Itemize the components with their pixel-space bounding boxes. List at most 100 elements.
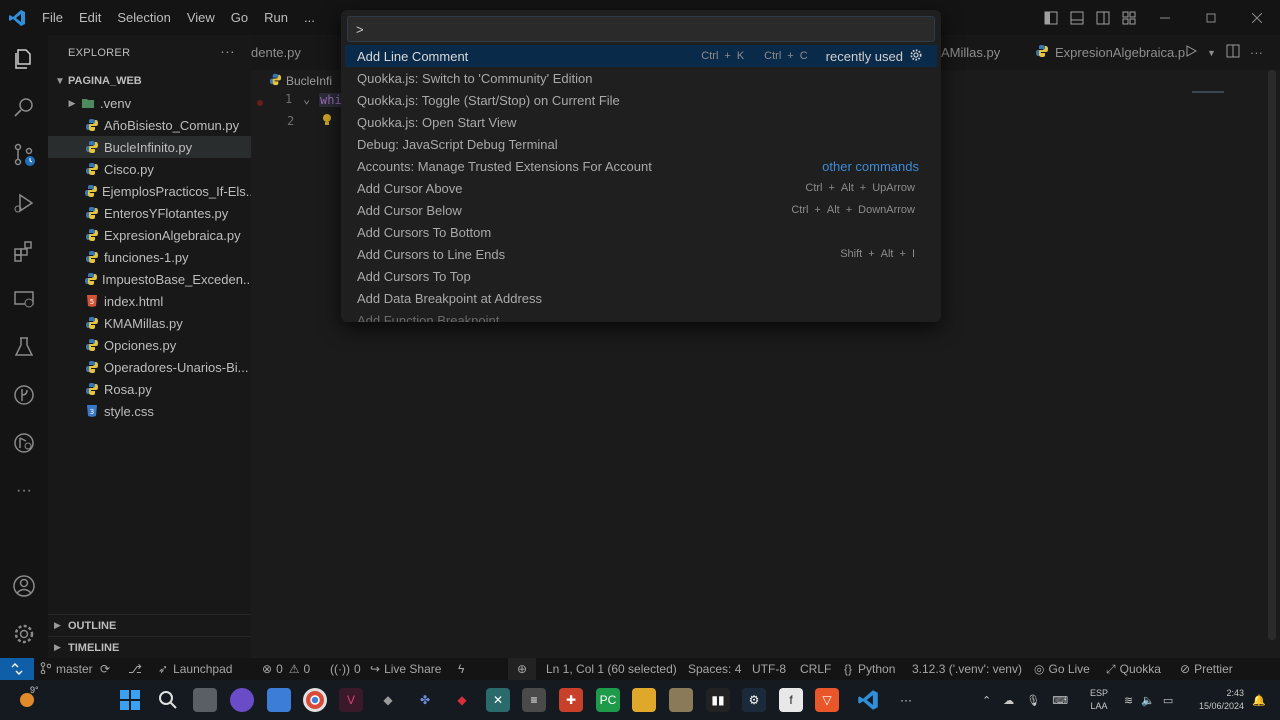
app-icon-6[interactable]: ✚ xyxy=(559,688,583,712)
command-item[interactable]: Add Cursors To Top xyxy=(345,265,937,287)
tree-file[interactable]: Opciones.py xyxy=(48,334,251,356)
run-debug-icon[interactable] xyxy=(0,179,48,227)
restore-icon[interactable] xyxy=(1188,8,1234,28)
menu-go[interactable]: Go xyxy=(223,0,256,35)
tree-file[interactable]: AñoBisiesto_Comun.py xyxy=(48,114,251,136)
outline-section[interactable]: ▶ OUTLINE xyxy=(48,614,251,636)
git-graph-status-icon[interactable]: ⎇ xyxy=(128,658,142,680)
copilot-icon[interactable] xyxy=(230,688,254,712)
chevron-down-icon[interactable]: ▼ xyxy=(1207,48,1216,58)
lightning-icon[interactable]: ϟ xyxy=(458,658,464,680)
chrome-icon[interactable] xyxy=(303,688,327,712)
folder-icon[interactable] xyxy=(632,688,656,712)
vscode-taskbar-icon[interactable] xyxy=(856,688,880,712)
vertical-scrollbar[interactable] xyxy=(1268,70,1276,640)
language-indicator[interactable]: ESP LAA xyxy=(1090,680,1108,720)
configure-keybinding-gear-icon[interactable] xyxy=(909,48,923,65)
menu-more[interactable]: ... xyxy=(296,0,323,35)
fold-chevron-icon[interactable]: ⌄ xyxy=(303,92,310,106)
menu-selection[interactable]: Selection xyxy=(109,0,178,35)
explorer-icon[interactable] xyxy=(0,35,48,83)
git-graph-icon[interactable] xyxy=(0,371,48,419)
timeline-section[interactable]: ▶ TIMELINE xyxy=(48,636,251,658)
python-interpreter[interactable]: 3.12.3 ('.venv': venv) xyxy=(912,658,1022,680)
command-item[interactable]: Add Cursors To Bottom xyxy=(345,221,937,243)
cursor-position[interactable]: Ln 1, Col 1 (60 selected) xyxy=(546,658,677,680)
app-icon-9[interactable]: f xyxy=(779,688,803,712)
command-item[interactable]: Add Line Comment Ctrl + K Ctrl + Crecently use… xyxy=(345,45,937,67)
command-item[interactable]: Quokka.js: Open Start View xyxy=(345,111,937,133)
prettier-status[interactable]: ⊘ Prettier xyxy=(1180,658,1233,680)
command-item[interactable]: Add Data Breakpoint at Address xyxy=(345,287,937,309)
tree-file[interactable]: EnterosYFlotantes.py xyxy=(48,202,251,224)
app-icon-2[interactable]: ✤ xyxy=(413,688,437,712)
tree-file[interactable]: KMAMillas.py xyxy=(48,312,251,334)
command-item[interactable]: Quokka.js: Switch to 'Community' Edition xyxy=(345,67,937,89)
customize-layout-icon[interactable] xyxy=(1116,8,1142,28)
live-share-icon[interactable] xyxy=(0,419,48,467)
breadcrumb[interactable]: BucleInfi xyxy=(269,73,332,89)
cloud-icon[interactable]: ☁ xyxy=(1003,694,1014,707)
tab-expresionalgebraica[interactable]: ExpresionAlgebraica.p xyxy=(1035,35,1185,70)
search-icon[interactable] xyxy=(156,688,180,712)
problems-status[interactable]: ⊗ 0 ⚠ 0 xyxy=(262,658,310,680)
command-item[interactable]: Accounts: Manage Trusted Extensions For … xyxy=(345,155,937,177)
split-editor-icon[interactable] xyxy=(1226,44,1240,61)
remote-indicator-icon[interactable] xyxy=(0,658,34,680)
menu-edit[interactable]: Edit xyxy=(71,0,109,35)
windows-start-icon[interactable] xyxy=(118,688,142,712)
more-apps-icon[interactable]: ··· xyxy=(894,688,918,712)
launchpad-status[interactable]: ➶ Launchpad xyxy=(158,658,232,680)
app-icon-3[interactable]: ◆ xyxy=(450,688,474,712)
app-icon-1[interactable]: ◆ xyxy=(376,688,400,712)
sync-icon[interactable]: ⟳ xyxy=(100,658,110,680)
encoding[interactable]: UTF-8 xyxy=(752,658,786,680)
notification-bell-icon[interactable]: 🔔 xyxy=(1252,680,1266,720)
tree-file[interactable]: ExpresionAlgebraica.py xyxy=(48,224,251,246)
code-line-1[interactable]: whi xyxy=(319,93,343,107)
menu-view[interactable]: View xyxy=(179,0,223,35)
breadcrumb-file[interactable]: BucleInfi xyxy=(286,74,332,88)
keyboard-icon[interactable]: ⌨ xyxy=(1052,694,1068,707)
tab-kmamillas[interactable]: AMillas.py xyxy=(941,35,1000,70)
command-item[interactable]: Debug: JavaScript Debug Terminal xyxy=(345,133,937,155)
other-commands-link[interactable]: other commands xyxy=(822,159,919,174)
command-item[interactable]: Add Cursor Below Ctrl + Alt + DownArrow xyxy=(345,199,937,221)
breakpoint-marker[interactable] xyxy=(257,95,263,109)
end-of-line[interactable]: CRLF xyxy=(800,658,831,680)
menu-run[interactable]: Run xyxy=(256,0,296,35)
zoom-icon[interactable]: ⊕ xyxy=(508,658,536,680)
app-icon-8[interactable]: ▮▮ xyxy=(706,688,730,712)
quokka-status[interactable]: ⤢ Quokka xyxy=(1106,658,1161,680)
tab-partial-left[interactable]: dente.py xyxy=(251,35,301,70)
tree-file[interactable]: 3 style.css xyxy=(48,400,251,422)
toggle-secondary-sidebar-icon[interactable] xyxy=(1090,8,1116,28)
app-icon-7[interactable] xyxy=(669,688,693,712)
workspace-folder[interactable]: ▼ PAGINA_WEB xyxy=(48,70,251,92)
accounts-icon[interactable] xyxy=(0,562,48,610)
go-live-status[interactable]: ◎ Go Live xyxy=(1034,658,1090,680)
search-icon[interactable] xyxy=(0,83,48,131)
tree-file[interactable]: Operadores-Unarios-Bi... xyxy=(48,356,251,378)
file-explorer-app-icon[interactable] xyxy=(267,688,291,712)
menu-file[interactable]: File xyxy=(34,0,71,35)
toggle-primary-sidebar-icon[interactable] xyxy=(1038,8,1064,28)
tree-file[interactable]: funciones-1.py xyxy=(48,246,251,268)
language-mode[interactable]: {} Python xyxy=(844,658,895,680)
source-control-icon[interactable] xyxy=(0,131,48,179)
more-views-icon[interactable]: ··· xyxy=(0,467,48,515)
ports-status[interactable]: ((·)) 0 xyxy=(330,658,361,680)
extensions-icon[interactable] xyxy=(0,227,48,275)
app-icon-5[interactable]: ≡ xyxy=(522,688,546,712)
app-icon-4[interactable]: ✕ xyxy=(486,688,510,712)
command-item[interactable]: Add Cursors to Line Ends Shift + Alt + I xyxy=(345,243,937,265)
testing-icon[interactable] xyxy=(0,323,48,371)
manage-gear-icon[interactable] xyxy=(0,610,48,658)
tree-file[interactable]: Rosa.py xyxy=(48,378,251,400)
tree-file[interactable]: 5 index.html xyxy=(48,290,251,312)
run-python-file-icon[interactable] xyxy=(1185,45,1198,60)
pycharm-icon[interactable]: PC xyxy=(596,688,620,712)
task-view-icon[interactable] xyxy=(193,688,217,712)
tree-folder[interactable]: ▶ .venv xyxy=(48,92,251,114)
tree-file[interactable]: Cisco.py xyxy=(48,158,251,180)
